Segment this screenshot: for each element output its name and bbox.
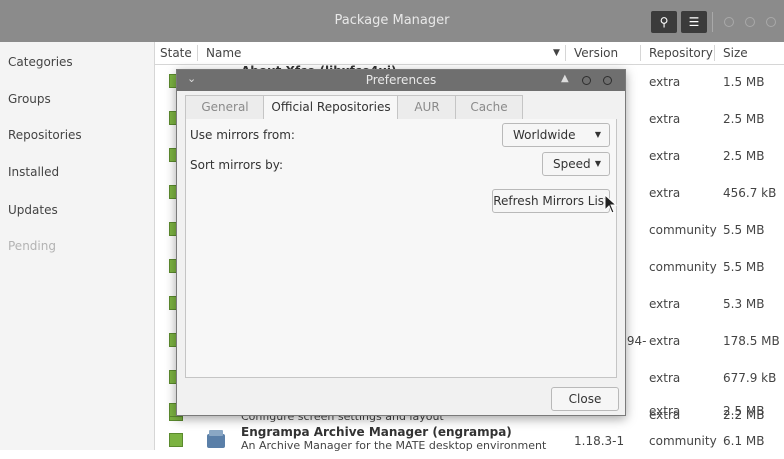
table-row[interactable]: Engrampa Archive Manager (engrampa) An A…	[155, 422, 784, 459]
package-repository: extra	[649, 334, 681, 348]
package-name: Engrampa Archive Manager (engrampa)	[241, 425, 512, 439]
package-size: 2.5 MB	[723, 112, 765, 126]
package-size: 5.3 MB	[723, 297, 765, 311]
package-repository: extra	[649, 404, 681, 418]
package-repository: extra	[649, 149, 681, 163]
tab-aur[interactable]: AUR	[397, 95, 457, 119]
package-size: 178.5 MB	[723, 334, 780, 348]
sidebar-item-installed[interactable]: Installed	[8, 162, 148, 182]
mirror-country-select[interactable]: Worldwide ▼	[502, 123, 610, 147]
package-repository: community	[649, 260, 717, 274]
chevron-down-icon: ▼	[594, 159, 601, 168]
menu-button[interactable]: ☰	[681, 11, 707, 33]
package-list-header: State Name ▼ Version Repository Size	[155, 42, 784, 65]
shade-icon[interactable]: ▲	[561, 73, 569, 84]
column-name[interactable]: Name	[206, 42, 241, 64]
use-mirrors-label: Use mirrors from:	[190, 128, 295, 142]
chevron-down-icon: ▼	[594, 130, 601, 139]
package-repository: extra	[649, 297, 681, 311]
package-size: 456.7 kB	[723, 186, 777, 200]
column-version[interactable]: Version	[574, 42, 618, 64]
tab-cache[interactable]: Cache	[455, 95, 523, 119]
package-size: 2.5 MB	[723, 149, 765, 163]
search-button[interactable]: ⚲	[651, 11, 677, 33]
archive-manager-icon	[207, 430, 225, 448]
column-state[interactable]: State	[160, 42, 192, 64]
sidebar: Categories Groups Repositories Installed…	[0, 42, 154, 450]
column-separator	[640, 45, 641, 61]
package-size: 2.5 MB	[723, 404, 765, 418]
sidebar-item-updates[interactable]: Updates	[8, 200, 148, 220]
package-repository: extra	[649, 186, 681, 200]
main-titlebar[interactable]: Package Manager ⚲ ☰	[0, 0, 784, 42]
package-repository: extra	[649, 75, 681, 89]
column-separator	[197, 45, 198, 61]
package-version: .94-	[623, 334, 647, 348]
package-repository: community	[649, 434, 717, 448]
installed-state-icon	[169, 433, 183, 447]
package-size: 5.5 MB	[723, 260, 765, 274]
column-separator	[565, 45, 566, 61]
mirror-sort-value: Speed	[553, 157, 591, 171]
mouse-cursor-icon	[604, 194, 618, 214]
package-size: 6.1 MB	[723, 434, 765, 448]
package-repository: extra	[649, 371, 681, 385]
dialog-titlebar[interactable]: ⌄ Preferences ▲	[177, 70, 625, 91]
package-repository: community	[649, 223, 717, 237]
sidebar-item-groups[interactable]: Groups	[8, 89, 148, 109]
hamburger-menu-icon: ☰	[688, 15, 700, 29]
close-button[interactable]: Close	[551, 387, 619, 411]
package-size: 677.9 kB	[723, 371, 777, 385]
package-repository: extra	[649, 112, 681, 126]
package-size: 1.5 MB	[723, 75, 765, 89]
titlebar-separator	[712, 12, 713, 32]
package-version: 1.18.3-1	[574, 434, 625, 448]
mirror-country-value: Worldwide	[513, 128, 576, 142]
column-size[interactable]: Size	[723, 42, 748, 64]
column-repository[interactable]: Repository	[649, 42, 713, 64]
dialog-minimize-button[interactable]	[582, 76, 591, 85]
preferences-dialog: ⌄ Preferences ▲ General Official Reposit…	[176, 69, 626, 416]
preferences-tabs: General Official Repositories AUR Cache	[185, 95, 617, 120]
minimize-button[interactable]	[724, 17, 734, 27]
close-window-button[interactable]	[766, 17, 776, 27]
tab-official-repositories[interactable]: Official Repositories	[263, 95, 399, 120]
sidebar-item-pending: Pending	[8, 239, 56, 253]
tab-general[interactable]: General	[185, 95, 265, 119]
dialog-close-button[interactable]	[603, 76, 612, 85]
search-icon: ⚲	[659, 15, 669, 29]
sort-descending-icon[interactable]: ▼	[553, 42, 560, 64]
column-separator	[714, 45, 715, 61]
package-size: 5.5 MB	[723, 223, 765, 237]
package-description: An Archive Manager for the MATE desktop …	[241, 439, 547, 452]
maximize-button[interactable]	[745, 17, 755, 27]
sidebar-item-categories[interactable]: Categories	[8, 52, 148, 72]
refresh-mirrors-button[interactable]: Refresh Mirrors List	[492, 189, 610, 213]
official-repositories-panel: Use mirrors from: Worldwide ▼ Sort mirro…	[185, 119, 617, 378]
sidebar-item-repositories[interactable]: Repositories	[8, 125, 148, 145]
mirror-sort-select[interactable]: Speed ▼	[542, 152, 610, 176]
dialog-title: Preferences	[365, 73, 437, 87]
sort-mirrors-label: Sort mirrors by:	[190, 158, 284, 172]
